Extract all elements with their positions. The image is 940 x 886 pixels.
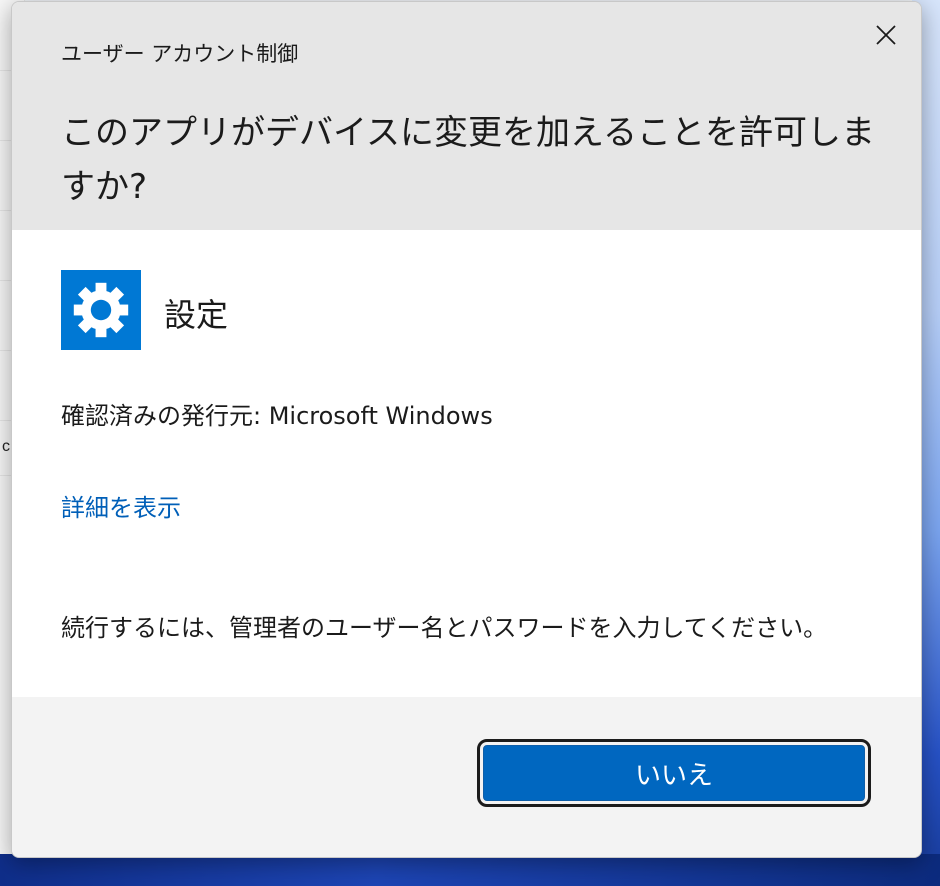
dialog-caption: ユーザー アカウント制御	[61, 42, 299, 66]
dialog-question: このアプリがデバイスに変更を加えることを許可しますか?	[61, 113, 875, 207]
close-icon	[876, 25, 896, 45]
gear-icon	[61, 270, 141, 350]
background-text: c	[2, 438, 10, 455]
instruction-text: 続行するには、管理者のユーザー名とパスワードを入力してください。	[61, 614, 828, 642]
desktop-wallpaper-bottom	[0, 854, 940, 886]
dialog-content: 設定 確認済みの発行元: Microsoft Windows 詳細を表示 続行す…	[12, 230, 921, 697]
focus-ring: いいえ	[477, 739, 871, 807]
publisher-text: 確認済みの発行元: Microsoft Windows	[61, 402, 493, 430]
app-name: 設定	[164, 296, 229, 334]
close-button[interactable]	[863, 12, 909, 58]
dialog-header: ユーザー アカウント制御 このアプリがデバイスに変更を加えることを許可しますか?	[12, 2, 921, 230]
no-button[interactable]: いいえ	[483, 745, 865, 801]
show-details-link[interactable]: 詳細を表示	[61, 488, 181, 523]
dialog-footer: いいえ	[12, 697, 921, 857]
uac-dialog: ユーザー アカウント制御 このアプリがデバイスに変更を加えることを許可しますか?	[11, 1, 922, 858]
